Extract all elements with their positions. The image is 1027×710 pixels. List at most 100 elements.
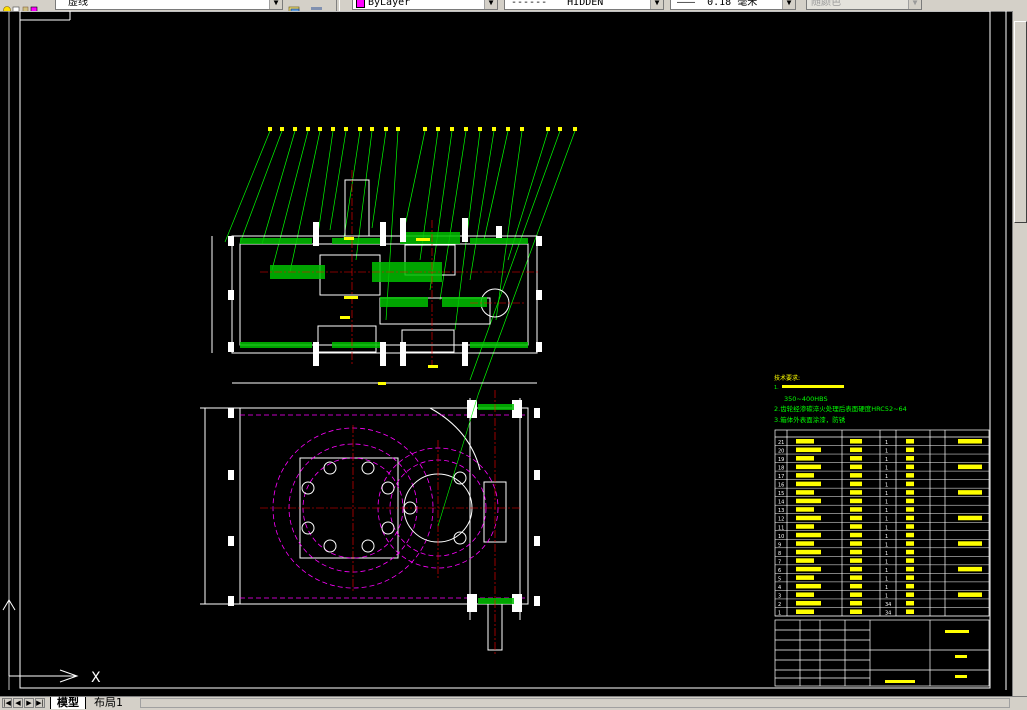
parts-row-name	[796, 507, 814, 512]
parts-row-code	[850, 515, 862, 521]
parts-row-number: 8	[778, 551, 781, 557]
parts-row-number: 17	[778, 474, 784, 480]
parts-row-material	[906, 558, 914, 563]
next-tab-icon[interactable]: ▶	[24, 698, 34, 708]
parts-row-material	[906, 473, 914, 478]
parts-row-material	[906, 575, 914, 580]
parts-row-code	[850, 541, 862, 546]
parts-row-number: 15	[778, 491, 784, 497]
parts-row-number: 14	[778, 500, 784, 506]
parts-row-number: 6	[778, 568, 781, 574]
parts-row-number: 3	[778, 593, 781, 599]
parts-row-material	[906, 583, 914, 589]
parts-row-number: 20	[778, 449, 784, 455]
parts-row-number: 12	[778, 517, 784, 523]
parts-row-number: 21	[778, 440, 784, 446]
parts-row-code	[850, 532, 862, 538]
parts-row-material	[906, 498, 914, 504]
plotstyle-value: 随颜色	[811, 0, 841, 8]
parts-row-code	[850, 566, 862, 572]
parts-row-number: 4	[778, 585, 781, 591]
parts-row-qty: 1	[885, 440, 888, 446]
parts-list-rows: 21 120 119 118 117 116 115 114 113 112 111 110 19 18 1…	[775, 436, 989, 617]
parts-row-name	[796, 447, 821, 453]
parts-row-qty: 1	[885, 559, 888, 565]
parts-row-material	[906, 566, 914, 572]
prev-tab-icon[interactable]: ◀	[13, 698, 23, 708]
tech-item-1-tag	[782, 385, 844, 388]
parts-row-material	[906, 592, 914, 597]
parts-row-qty: 1	[885, 491, 888, 497]
chevron-down-icon[interactable]: ▼	[782, 0, 795, 9]
last-tab-icon[interactable]: ▶|	[35, 698, 45, 708]
layer-state-icons[interactable]	[2, 0, 42, 11]
horizontal-scrollbar[interactable]	[140, 698, 1010, 708]
tech-heading: 技术要求:	[774, 374, 800, 382]
parts-row-name	[796, 515, 821, 521]
parts-row-qty: 1	[885, 542, 888, 548]
bolt-holes	[301, 461, 467, 553]
tech-item-2: 2.齿轮经渗碳淬火处理后表面硬度HRC52~64	[774, 404, 907, 413]
parts-row-name	[796, 575, 814, 580]
parts-row-code	[850, 549, 862, 555]
parts-row-name	[796, 558, 814, 563]
parts-row-code	[850, 439, 862, 444]
plotstyle-dropdown: 随颜色 ▼	[806, 0, 922, 10]
layer-previous-icon[interactable]	[288, 0, 302, 11]
parts-row-number: 5	[778, 576, 781, 582]
parts-row-name	[796, 481, 821, 487]
parts-row-number: 2	[778, 602, 781, 608]
parts-row-material	[906, 464, 914, 470]
color-dropdown[interactable]: ByLayer ▼	[352, 0, 498, 10]
parts-row-remark	[958, 592, 982, 597]
parts-row-code	[850, 583, 862, 589]
parts-row-material	[906, 456, 914, 461]
parts-row-qty: 1	[885, 525, 888, 531]
parts-row-qty: 34	[885, 602, 891, 608]
layer-dropdown[interactable]: 虚线 ▼	[55, 0, 283, 10]
parts-row-code	[850, 575, 862, 580]
parts-row-remark	[958, 464, 982, 470]
layer-name: 虚线	[68, 0, 88, 8]
vertical-scrollbar[interactable]	[1012, 11, 1027, 696]
linetype-value: HIDDEN	[567, 0, 604, 8]
parts-row-code	[850, 507, 862, 512]
parts-row-material	[906, 447, 914, 453]
parts-row-number: 16	[778, 483, 784, 489]
linetype-dropdown[interactable]: ------ HIDDEN ▼	[504, 0, 664, 10]
model-space-canvas[interactable]: 技术要求: 1. 350~400HBS 2.齿轮经渗碳淬火处理后表面硬度HRC5…	[0, 10, 1027, 696]
tab-layout1[interactable]: 布局1	[88, 697, 129, 709]
parts-row-code	[850, 592, 862, 597]
parts-row-qty: 1	[885, 517, 888, 523]
parts-row-number: 10	[778, 534, 784, 540]
chevron-down-icon: ▼	[908, 0, 921, 9]
chevron-down-icon[interactable]: ▼	[269, 0, 282, 9]
hidden-gear-circles	[240, 414, 528, 599]
lineweight-dropdown[interactable]: ——— 0.18 毫米 ▼	[670, 0, 796, 10]
parts-row-material	[906, 609, 914, 614]
chevron-down-icon[interactable]: ▼	[484, 0, 497, 9]
parts-row-code	[850, 498, 862, 504]
parts-row-qty: 1	[885, 568, 888, 574]
chevron-down-icon[interactable]: ▼	[650, 0, 663, 9]
parts-row-qty: 1	[885, 551, 888, 557]
parts-row-remark	[958, 515, 982, 521]
parts-row-qty: 1	[885, 508, 888, 514]
parts-row-material	[906, 490, 914, 495]
plan-outline	[200, 398, 529, 651]
parts-row-name	[796, 490, 814, 495]
parts-row-name	[796, 583, 821, 589]
parts-row-qty: 1	[885, 449, 888, 455]
scroll-thumb[interactable]	[1014, 21, 1027, 223]
hatched-walls	[240, 232, 528, 348]
first-tab-icon[interactable]: |◀	[2, 698, 12, 708]
parts-row-name	[796, 549, 821, 555]
parts-row-remark	[958, 439, 982, 444]
layer-states-icon[interactable]	[310, 0, 324, 10]
parts-row-remark	[958, 566, 982, 572]
tab-model[interactable]: 模型	[50, 697, 86, 709]
top-section-view	[211, 127, 577, 396]
parts-row-qty: 1	[885, 457, 888, 463]
parts-row-material	[906, 515, 914, 521]
parts-row-code	[850, 481, 862, 487]
